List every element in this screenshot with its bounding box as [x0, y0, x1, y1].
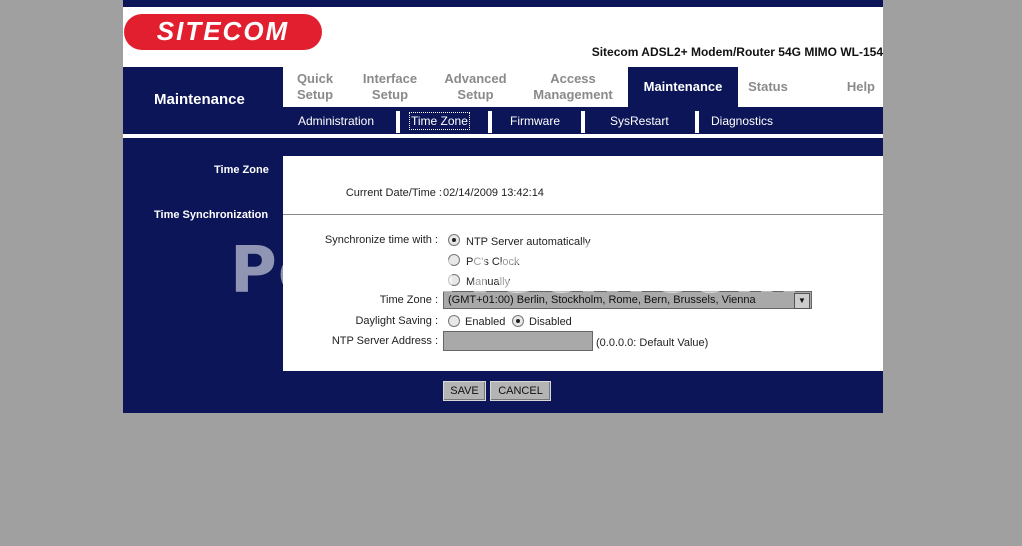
subtab-separator: [581, 111, 585, 133]
tab-access-management[interactable]: Access Management: [518, 67, 628, 107]
tab-quick-setup[interactable]: Quick Setup: [283, 67, 347, 107]
product-name: Sitecom ADSL2+ Modem/Router 54G MIMO WL-…: [591, 45, 883, 59]
content-area: Time Zone Time Synchronization Current D…: [123, 138, 883, 413]
ntp-label: NTP Server Address :: [331, 335, 438, 347]
subtab-sysrestart[interactable]: SysRestart: [610, 114, 669, 128]
current-datetime-label: Current Date/Time :: [345, 187, 442, 199]
side-label-time-zone: Time Zone: [214, 164, 269, 176]
top-bar: [123, 0, 883, 7]
section-title: Maintenance: [154, 91, 245, 108]
main-nav: Maintenance Quick Setup Interface Setup Ad…: [123, 67, 883, 134]
svg-text:SITECOM: SITECOM: [157, 16, 289, 46]
radio-pc-clock-label: PC's Clock: [466, 256, 520, 268]
tab-status[interactable]: Status: [738, 67, 798, 107]
subtab-time-zone[interactable]: Time Zone: [409, 112, 470, 130]
radio-dst-disabled-label: Disabled: [529, 316, 572, 328]
timezone-label: Time Zone :: [379, 294, 438, 306]
radio-ntp-label: NTP Server automatically: [466, 236, 591, 248]
tab-bar: Quick Setup Interface Setup Advanced Setup …: [283, 67, 883, 107]
router-admin-frame: SITECOM Sitecom ADSL2+ Modem/Router 54G …: [123, 0, 883, 413]
tab-maintenance[interactable]: Maintenance: [628, 67, 738, 107]
subtab-separator: [488, 111, 492, 133]
timezone-select[interactable]: (GMT+01:00) Berlin, Stockholm, Rome, Ber…: [443, 291, 812, 309]
sync-label: Synchronize time with :: [324, 234, 438, 246]
ntp-hint: (0.0.0.0: Default Value): [596, 337, 709, 349]
subtab-separator: [396, 111, 400, 133]
side-label-time-sync: Time Synchronization: [154, 209, 269, 221]
radio-manually-label: Manually: [466, 276, 511, 288]
chevron-down-icon[interactable]: ▼: [794, 293, 810, 309]
tab-interface-setup[interactable]: Interface Setup: [347, 67, 433, 107]
tab-advanced-setup[interactable]: Advanced Setup: [433, 67, 518, 107]
tab-help[interactable]: Help: [798, 67, 883, 107]
current-datetime-value: 02/14/2009 13:42:14: [443, 187, 544, 199]
cancel-button[interactable]: CANCEL: [490, 381, 551, 401]
radio-manually[interactable]: [448, 274, 460, 286]
dst-label: Daylight Saving :: [355, 315, 438, 327]
settings-panel: Current Date/Time : 02/14/2009 13:42:14 …: [283, 156, 883, 371]
radio-ntp-server[interactable]: [448, 234, 460, 246]
radio-dst-enabled[interactable]: [448, 315, 460, 327]
save-button[interactable]: SAVE: [443, 381, 486, 401]
subtab-separator: [695, 111, 699, 133]
subtab-firmware[interactable]: Firmware: [510, 114, 560, 128]
timezone-select-value: (GMT+01:00) Berlin, Stockholm, Rome, Ber…: [448, 294, 756, 306]
subtab-bar: Administration Time Zone Firmware SysRes…: [283, 107, 883, 134]
sitecom-logo: SITECOM: [124, 14, 322, 50]
section-divider: [283, 214, 883, 215]
radio-pc-clock[interactable]: [448, 254, 460, 266]
subtab-administration[interactable]: Administration: [298, 114, 374, 128]
ntp-server-input[interactable]: [443, 331, 593, 351]
radio-dst-disabled[interactable]: [512, 315, 524, 327]
radio-dst-enabled-label: Enabled: [465, 316, 506, 328]
subtab-diagnostics[interactable]: Diagnostics: [711, 114, 773, 128]
